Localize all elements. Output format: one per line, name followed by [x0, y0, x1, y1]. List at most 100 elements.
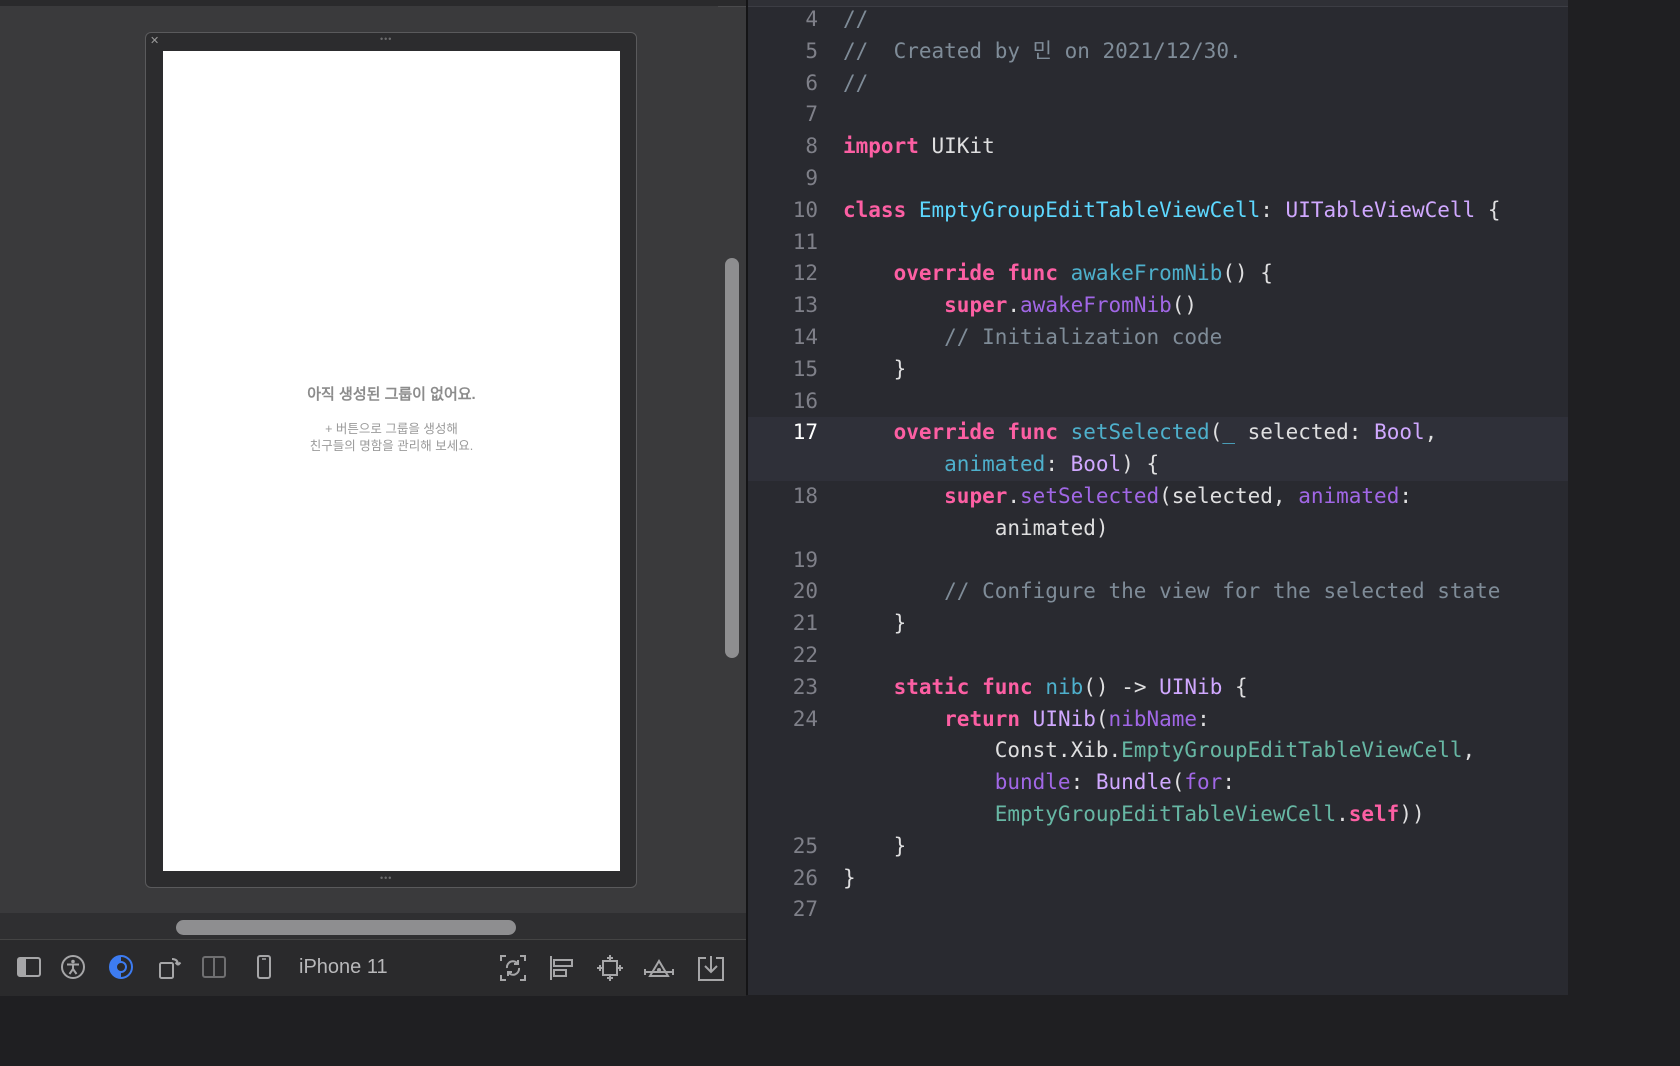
- code-lines[interactable]: 4 // 5 // Created by 민 on 2021/12/30. 6 // 7 8 i…: [748, 4, 1568, 926]
- code-token: override: [893, 420, 995, 445]
- device-icon[interactable]: [250, 954, 278, 982]
- code-text[interactable]: }: [843, 354, 907, 386]
- code-text[interactable]: // Created by 민 on 2021/12/30.: [843, 36, 1242, 68]
- code-line[interactable]: 7: [748, 99, 1568, 131]
- horizontal-scrollbar[interactable]: [176, 920, 516, 935]
- code-token: () {: [1222, 261, 1273, 286]
- code-line[interactable]: EmptyGroupEditTableViewCell.self)): [748, 799, 1568, 831]
- code-token: ,: [1424, 420, 1438, 445]
- interface-builder-pane: ✕ ••• ••• 아직 생성된 그룹이 없어요. + 버튼으로 그룹을 생성해…: [0, 0, 746, 996]
- code-editor[interactable]: 4 // 5 // Created by 민 on 2021/12/30. 6 // 7 8 i…: [748, 0, 1568, 995]
- code-line[interactable]: 17 override func setSelected(_ selected:…: [748, 417, 1568, 450]
- code-text[interactable]: override func awakeFromNib() {: [843, 258, 1273, 290]
- code-line[interactable]: 23 static func nib() -> UINib {: [748, 672, 1568, 704]
- line-number: 27: [792, 897, 818, 922]
- code-token: ,: [1462, 738, 1476, 763]
- code-text[interactable]: // Configure the view for the selected s…: [843, 576, 1500, 608]
- code-line[interactable]: 10 class EmptyGroupEditTableViewCell: UIT…: [748, 195, 1568, 227]
- code-line[interactable]: 24 return UINib(nibName:: [748, 704, 1568, 736]
- code-line[interactable]: 4 //: [748, 4, 1568, 36]
- vertical-scrollbar[interactable]: [725, 258, 739, 658]
- code-line[interactable]: animated): [748, 513, 1568, 545]
- align-icon[interactable]: [548, 954, 576, 982]
- code-line[interactable]: 19: [748, 545, 1568, 577]
- code-text[interactable]: }: [843, 608, 907, 640]
- code-line[interactable]: 27: [748, 894, 1568, 926]
- line-number: 16: [792, 388, 818, 413]
- code-text[interactable]: override func setSelected(_ selected: Bo…: [843, 417, 1438, 449]
- code-line[interactable]: 6 //: [748, 68, 1568, 100]
- code-token: {: [1222, 674, 1248, 699]
- accessibility-icon[interactable]: [59, 954, 87, 982]
- code-token: for: [1184, 770, 1223, 795]
- code-line[interactable]: 12 override func awakeFromNib() {: [748, 258, 1568, 290]
- orientation-icon[interactable]: [156, 954, 184, 982]
- embed-icon[interactable]: [596, 954, 624, 982]
- close-icon[interactable]: ✕: [150, 35, 159, 47]
- code-text[interactable]: bundle: Bundle(for:: [843, 767, 1235, 799]
- code-token: setSelected: [1020, 483, 1160, 508]
- code-line[interactable]: Const.Xib.EmptyGroupEditTableViewCell,: [748, 735, 1568, 767]
- code-text[interactable]: return UINib(nibName:: [843, 704, 1210, 736]
- code-line[interactable]: 13 super.awakeFromNib(): [748, 290, 1568, 322]
- code-text[interactable]: }: [843, 863, 856, 895]
- code-token: .: [1007, 483, 1021, 508]
- code-text[interactable]: static func nib() -> UINib {: [843, 672, 1248, 704]
- split-view-icon[interactable]: [200, 954, 228, 982]
- top-resize-handle[interactable]: •••: [380, 34, 392, 44]
- code-token: setSelected: [1070, 420, 1210, 445]
- code-text[interactable]: //: [843, 4, 868, 36]
- code-token: EmptyGroupEditTableViewCell: [1121, 738, 1463, 763]
- code-text[interactable]: animated): [843, 513, 1109, 545]
- code-text[interactable]: class EmptyGroupEditTableViewCell: UITab…: [843, 195, 1501, 227]
- code-line[interactable]: 5 // Created by 민 on 2021/12/30.: [748, 36, 1568, 68]
- code-line[interactable]: 15 }: [748, 354, 1568, 386]
- code-text[interactable]: animated: Bool) {: [843, 449, 1159, 481]
- appearance-icon[interactable]: [107, 954, 135, 982]
- code-token: static: [893, 674, 970, 699]
- code-token: )): [1399, 801, 1425, 826]
- code-line[interactable]: 21 }: [748, 608, 1568, 640]
- code-line[interactable]: bundle: Bundle(for:: [748, 767, 1568, 799]
- code-line[interactable]: 9: [748, 163, 1568, 195]
- code-token: Bundle: [1095, 770, 1172, 795]
- code-token: UINib: [1159, 674, 1223, 699]
- code-text[interactable]: // Initialization code: [843, 322, 1222, 354]
- code-text[interactable]: EmptyGroupEditTableViewCell.self)): [843, 799, 1425, 831]
- constraints-icon[interactable]: [644, 954, 674, 982]
- code-line[interactable]: 18 super.setSelected(selected, animated:: [748, 481, 1568, 513]
- sidebar-toggle-icon[interactable]: [15, 954, 43, 982]
- code-line[interactable]: 26}: [748, 863, 1568, 895]
- bottom-resize-handle[interactable]: •••: [380, 873, 392, 883]
- code-text[interactable]: import UIKit: [843, 131, 995, 163]
- code-text[interactable]: Const.Xib.EmptyGroupEditTableViewCell,: [843, 735, 1475, 767]
- code-text[interactable]: }: [843, 831, 907, 863]
- device-selector-label[interactable]: iPhone 11: [299, 956, 388, 979]
- code-line[interactable]: 11: [748, 227, 1568, 259]
- update-frames-icon[interactable]: [499, 954, 527, 982]
- line-number: 13: [792, 293, 818, 318]
- code-text[interactable]: //: [843, 68, 868, 100]
- code-line[interactable]: 14 // Initialization code: [748, 322, 1568, 354]
- code-line[interactable]: 22: [748, 640, 1568, 672]
- code-text[interactable]: super.awakeFromNib(): [843, 290, 1197, 322]
- code-token: :: [1399, 483, 1412, 508]
- code-line[interactable]: 16: [748, 386, 1568, 418]
- code-text[interactable]: super.setSelected(selected, animated:: [843, 481, 1412, 513]
- line-number: 15: [792, 356, 818, 381]
- line-number: 7: [805, 102, 818, 127]
- code-line[interactable]: 20 // Configure the view for the selecte…: [748, 576, 1568, 608]
- code-line[interactable]: animated: Bool) {: [748, 449, 1568, 481]
- code-token: selected:: [1235, 420, 1375, 445]
- resolve-issues-icon[interactable]: [697, 954, 725, 982]
- code-line[interactable]: 8 import UIKit: [748, 131, 1568, 163]
- code-line[interactable]: 25 }: [748, 831, 1568, 863]
- line-number: 21: [792, 611, 818, 636]
- code-token: super: [944, 483, 1008, 508]
- line-number: 11: [792, 229, 818, 254]
